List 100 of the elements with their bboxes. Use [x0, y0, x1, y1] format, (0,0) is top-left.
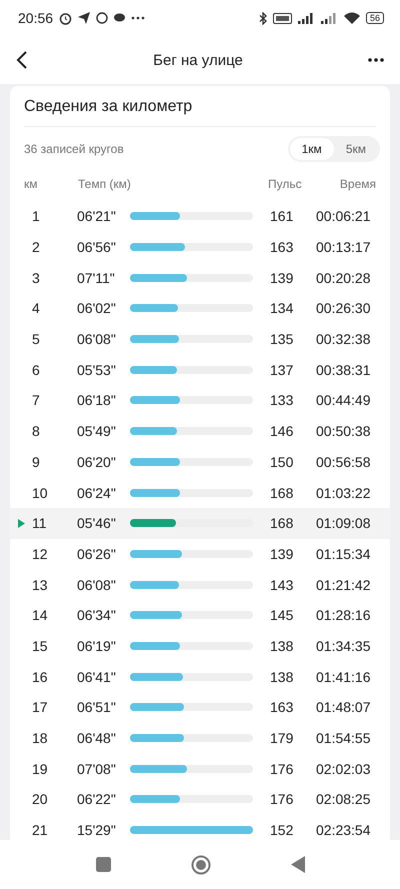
time-cell-text: 00:38:31 [316, 362, 372, 378]
time-cell-text: 01:28:16 [316, 607, 372, 624]
time-cell-text: 01:03:22 [316, 484, 372, 501]
km-cell-text: 1 [32, 208, 41, 224]
lap-row[interactable]: 3 07'11" 139 00:20:28 [10, 262, 390, 294]
status-time: 20:56 [18, 10, 54, 26]
lap-row[interactable]: 6 05'53" 137 00:38:31 [10, 354, 390, 386]
pulse-cell-text: 135 [270, 331, 294, 348]
pace-cell-text: 06'20" [77, 454, 117, 470]
km-cell-text: 12 [32, 546, 49, 562]
km-cell-text: 16 [32, 668, 49, 685]
lap-row[interactable]: 20 06'22" 176 02:08:25 [10, 784, 390, 815]
more-icon [131, 16, 146, 20]
pulse-cell-text: 168 [270, 515, 294, 532]
pace-cell-text: 06'19" [77, 638, 117, 654]
pace-cell-text: 06'51" [77, 699, 117, 716]
lap-row[interactable]: 17 06'51" 163 01:48:07 [10, 692, 390, 723]
play-icon [18, 518, 24, 528]
km-cell-text: 21 [32, 822, 49, 838]
time-cell-text: 01:48:07 [316, 699, 372, 716]
column-header: Время [338, 177, 376, 191]
time-cell-text: 01:41:16 [316, 668, 372, 685]
recent-apps-button[interactable] [94, 855, 112, 874]
time-cell-text: 00:06:21 [316, 208, 372, 224]
km-cell-text: 6 [32, 362, 41, 378]
distance-option[interactable]: 5км [334, 138, 378, 160]
time-cell-text: 01:54:55 [316, 730, 372, 746]
time-cell-text: 01:09:08 [316, 515, 372, 532]
battery-level: 56 [366, 12, 384, 24]
pulse-cell-text: 139 [270, 270, 294, 286]
lap-row[interactable]: 8 05'49" 146 00:50:38 [10, 416, 390, 446]
lap-row[interactable]: 19 07'08" 176 02:02:03 [10, 753, 390, 784]
pace-cell-text: 06'56" [77, 239, 117, 256]
distance-option[interactable]: 1км [290, 138, 334, 160]
lap-row[interactable]: 14 06'34" 145 01:28:16 [10, 600, 390, 631]
pulse-cell-text: 163 [270, 239, 294, 256]
lap-row[interactable]: 16 06'41" 138 01:41:16 [10, 661, 390, 692]
bluetooth-icon [258, 12, 267, 24]
back-nav-button[interactable] [288, 854, 306, 875]
pulse-cell-text: 139 [270, 546, 294, 562]
signal-icon [298, 12, 315, 24]
wifi-icon [344, 12, 360, 24]
pace-cell-text: 06'02" [77, 300, 117, 316]
km-cell-text: 10 [32, 484, 49, 501]
lap-row[interactable]: 9 06'20" 150 00:56:58 [10, 446, 390, 478]
pulse-cell-text: 138 [270, 668, 294, 685]
more-button[interactable] [366, 56, 386, 64]
time-cell-text: 01:15:34 [316, 546, 372, 562]
pulse-cell-text: 134 [270, 300, 294, 316]
signal-icon [320, 12, 338, 24]
pace-cell-text: 06'21" [77, 208, 117, 224]
pulse-cell-text: 138 [270, 638, 294, 654]
lap-row[interactable]: 15 06'19" 138 01:34:35 [10, 630, 390, 662]
pulse-cell-text: 137 [270, 362, 294, 378]
lap-row[interactable]: 5 06'08" 135 00:32:38 [10, 324, 390, 354]
pace-cell-text: 06'34" [77, 607, 117, 624]
lap-row[interactable]: 7 06'18" 133 00:44:49 [10, 385, 390, 416]
time-cell-text: 00:50:38 [316, 423, 372, 440]
lap-row[interactable]: 11 05'46" 168 01:09:08 [10, 508, 390, 539]
pace-cell-text: 06'41" [77, 668, 117, 685]
pace-cell-text: 06'26" [77, 546, 117, 562]
time-cell-text: 01:21:42 [316, 576, 372, 593]
pulse-cell-text: 143 [270, 576, 294, 593]
pulse-cell-text: 146 [270, 423, 294, 440]
km-cell-text: 13 [32, 576, 49, 593]
pulse-cell-text: 145 [270, 607, 294, 624]
lap-row[interactable]: 21 15'29" 152 02:23:54 [10, 814, 390, 840]
km-cell-text: 2 [32, 239, 41, 256]
km-cell-text: 7 [32, 392, 41, 408]
pulse-cell-text: 176 [270, 791, 294, 808]
time-cell-text: 00:26:30 [316, 300, 372, 316]
km-cell-text: 14 [32, 607, 49, 624]
card-title: Сведения за километр [23, 97, 194, 117]
pace-cell-text: 06'08" [77, 331, 117, 348]
column-header: км [24, 177, 38, 191]
km-cell-text: 11 [32, 515, 48, 532]
pace-cell-text: 05'46" [77, 515, 117, 532]
km-cell-text: 17 [32, 699, 49, 716]
alarm-icon [59, 12, 72, 24]
time-cell-text: 00:44:49 [316, 392, 372, 408]
pulse-cell-text: 176 [270, 760, 294, 777]
time-cell-text: 00:20:28 [316, 270, 372, 286]
pace-cell-text: 06'08" [77, 576, 117, 593]
km-cell-text: 19 [32, 760, 49, 777]
pace-cell-text: 15'29" [77, 822, 117, 838]
records-count: 36 записей кругов [24, 142, 124, 156]
km-cell-text: 8 [32, 423, 41, 440]
km-cell-text: 4 [32, 300, 41, 316]
pulse-cell-text: 150 [270, 454, 294, 470]
lap-row[interactable]: 12 06'26" 139 01:15:34 [10, 538, 390, 570]
lap-row[interactable]: 10 06'24" 168 01:03:22 [10, 477, 390, 508]
lap-row[interactable]: 1 06'21" 161 00:06:21 [10, 201, 390, 232]
lap-row[interactable]: 4 06'02" 134 00:26:30 [10, 293, 390, 324]
pace-cell-text: 05'49" [77, 423, 117, 440]
lap-row[interactable]: 18 06'48" 179 01:54:55 [10, 722, 390, 754]
lap-row[interactable]: 13 06'08" 143 01:21:42 [10, 569, 390, 600]
lap-row[interactable]: 2 06'56" 163 00:13:17 [10, 232, 390, 262]
time-cell-text: 00:56:58 [316, 454, 372, 470]
km-cell-text: 15 [32, 638, 49, 654]
home-button[interactable] [188, 852, 212, 876]
